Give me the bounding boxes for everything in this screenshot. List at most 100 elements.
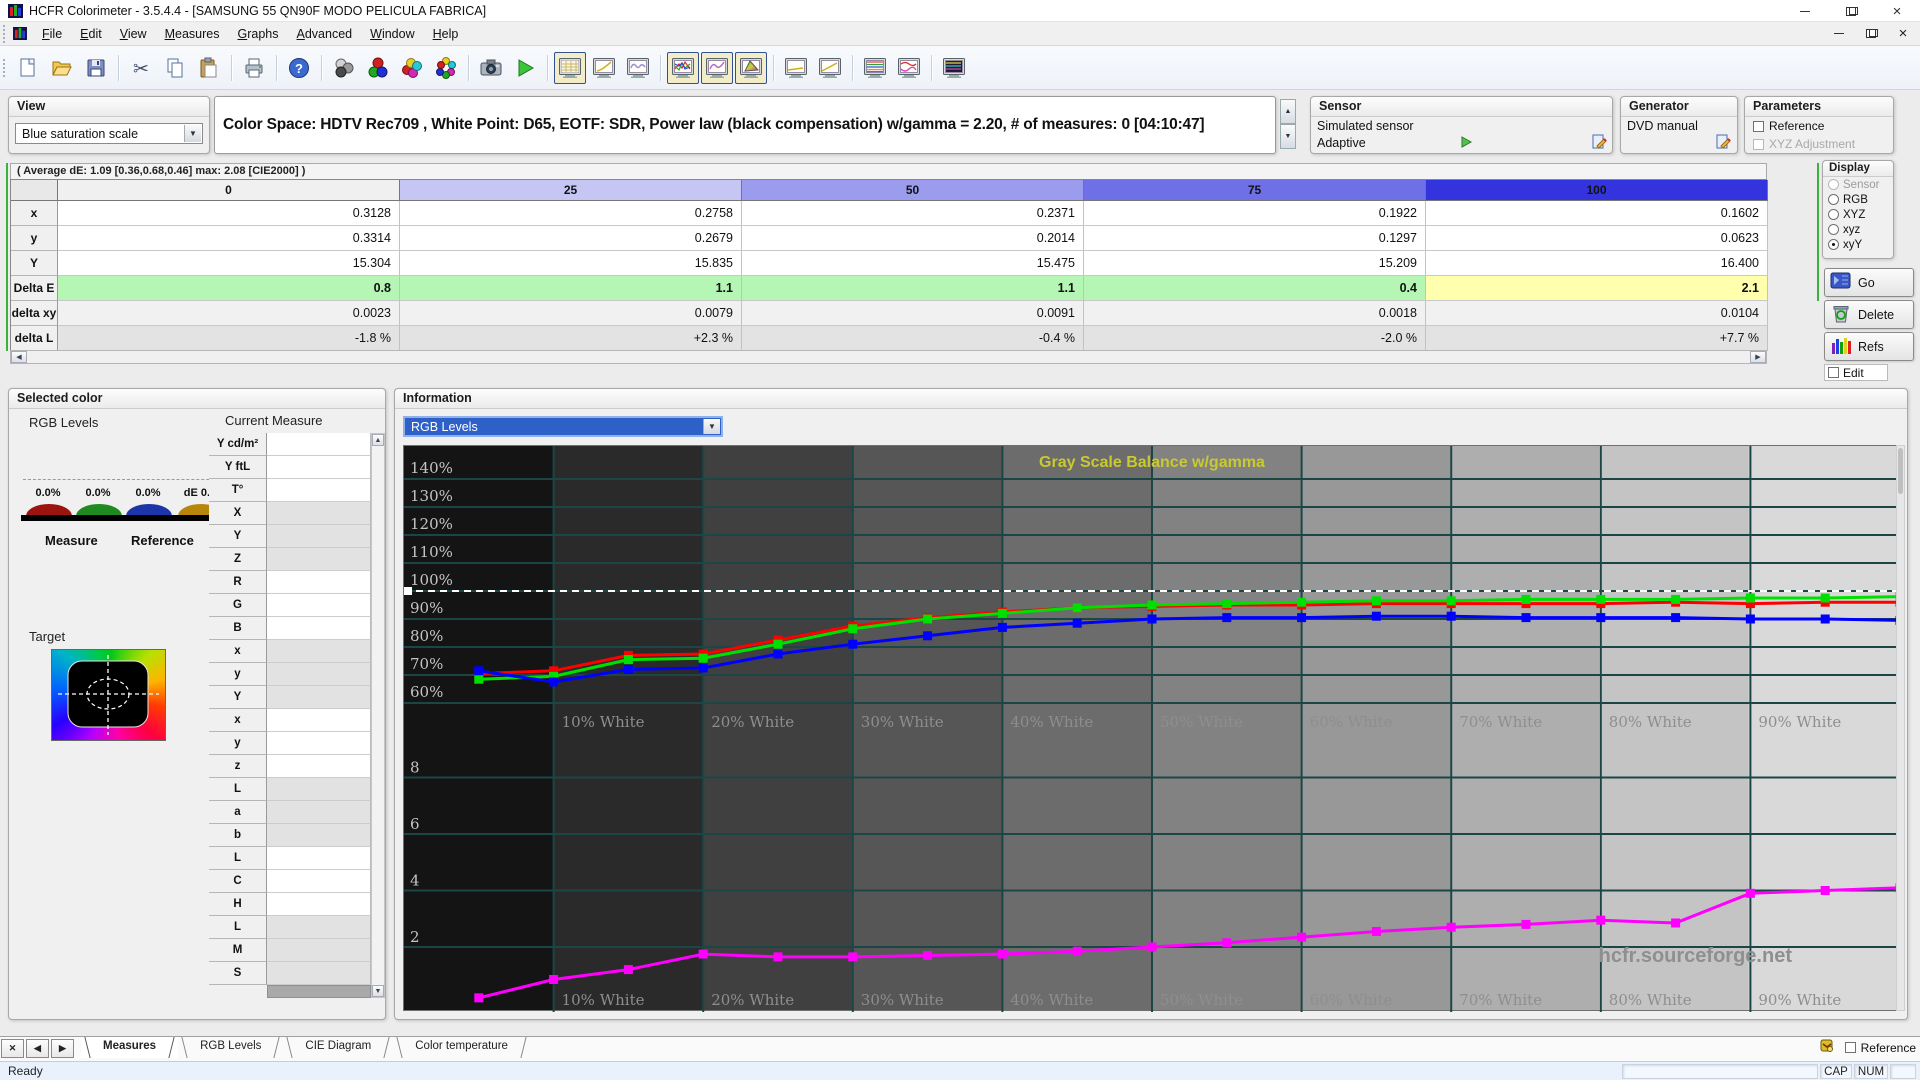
table-cell[interactable]: 0.4 xyxy=(1084,276,1426,301)
column-header-100[interactable]: 100 xyxy=(1426,180,1768,201)
print-icon[interactable] xyxy=(238,52,270,84)
tab-rgb-levels[interactable]: RGB Levels xyxy=(178,1037,283,1058)
tab-scroll-left-icon[interactable]: ◀ xyxy=(26,1039,49,1058)
sensor-config-icon[interactable] xyxy=(1591,133,1608,153)
scroll-down-icon[interactable]: ▼ xyxy=(372,985,384,997)
open-file-icon[interactable] xyxy=(46,52,78,84)
table-cell[interactable]: -1.8 % xyxy=(58,326,400,351)
table-cell[interactable]: 0.0018 xyxy=(1084,301,1426,326)
table-cell[interactable]: 0.0104 xyxy=(1426,301,1768,326)
edit-checkbox-box[interactable] xyxy=(1828,367,1839,378)
help-icon[interactable]: ? xyxy=(283,52,315,84)
column-header-50[interactable]: 50 xyxy=(742,180,1084,201)
generator-config-icon[interactable] xyxy=(1715,133,1732,153)
scroll-left-icon[interactable]: ◀ xyxy=(11,351,27,363)
minimize-button[interactable] xyxy=(1782,0,1828,22)
information-scrollbar[interactable] xyxy=(1896,445,1905,1011)
paste-icon[interactable] xyxy=(193,52,225,84)
table-cell[interactable]: -0.4 % xyxy=(742,326,1084,351)
table-cell[interactable]: 15.304 xyxy=(58,251,400,276)
menu-help[interactable]: Help xyxy=(424,24,468,44)
tabbar-reference-checkbox-box[interactable] xyxy=(1845,1042,1856,1053)
information-scrollbar-thumb[interactable] xyxy=(1898,448,1903,494)
table-cell[interactable]: +7.7 % xyxy=(1426,326,1768,351)
menu-measures[interactable]: Measures xyxy=(156,24,229,44)
table-cell[interactable]: 0.2014 xyxy=(742,226,1084,251)
spin-down-icon[interactable]: ▼ xyxy=(1280,124,1296,149)
display-radio-xyz[interactable]: XYZ xyxy=(1823,207,1893,222)
column-header-75[interactable]: 75 xyxy=(1084,180,1426,201)
secondaries-measure-icon[interactable] xyxy=(396,52,428,84)
full-measure-icon[interactable] xyxy=(430,52,462,84)
menu-window[interactable]: Window xyxy=(361,24,423,44)
go-button[interactable]: Go xyxy=(1824,268,1914,297)
mdi-restore-icon[interactable] xyxy=(1860,24,1882,42)
scroll-up-icon[interactable]: ▲ xyxy=(372,434,384,446)
table-cell[interactable]: 0.2758 xyxy=(400,201,742,226)
column-header-0[interactable]: 0 xyxy=(58,180,400,201)
menu-view[interactable]: View xyxy=(111,24,156,44)
view-selector[interactable]: Blue saturation scale ▼ xyxy=(15,123,203,144)
measures-table-hscrollbar[interactable]: ◀ ▶ xyxy=(10,350,1767,364)
table-cell[interactable]: 0.2371 xyxy=(742,201,1084,226)
table-cell[interactable]: 1.1 xyxy=(742,276,1084,301)
table-cell[interactable]: 15.475 xyxy=(742,251,1084,276)
menu-file[interactable]: File xyxy=(33,24,71,44)
table-cell[interactable]: 0.0023 xyxy=(58,301,400,326)
view-gamma-curve-icon[interactable] xyxy=(588,52,620,84)
refs-button[interactable]: Refs xyxy=(1824,332,1914,361)
display-radio-xyy[interactable]: xyY xyxy=(1823,237,1893,252)
chevron-down-icon[interactable]: ▼ xyxy=(703,419,720,434)
table-cell[interactable]: 0.8 xyxy=(58,276,400,301)
display-radio-xyz[interactable]: xyz xyxy=(1823,222,1893,237)
tab-close-icon[interactable]: ✕ xyxy=(1,1039,24,1058)
view-gamma2-icon[interactable] xyxy=(780,52,812,84)
tab-cie-diagram[interactable]: CIE Diagram xyxy=(283,1037,393,1058)
mdi-minimize-icon[interactable] xyxy=(1828,24,1850,42)
table-cell[interactable]: 0.0623 xyxy=(1426,226,1768,251)
table-cell[interactable]: 2.1 xyxy=(1426,276,1768,301)
table-cell[interactable]: 0.0079 xyxy=(400,301,742,326)
tab-measures[interactable]: Measures xyxy=(81,1037,178,1058)
edit-checkbox[interactable]: Edit xyxy=(1824,364,1888,381)
new-document-icon[interactable] xyxy=(12,52,44,84)
tab-color-temperature[interactable]: Color temperature xyxy=(393,1037,530,1058)
copy-icon[interactable] xyxy=(159,52,191,84)
table-cell[interactable]: 1.1 xyxy=(400,276,742,301)
view-rgb-levels-icon[interactable] xyxy=(667,52,699,84)
table-cell[interactable]: 0.1297 xyxy=(1084,226,1426,251)
column-header-25[interactable]: 25 xyxy=(400,180,742,201)
primaries-measure-icon[interactable] xyxy=(362,52,394,84)
reference-checkbox-box[interactable] xyxy=(1753,121,1764,132)
table-cell[interactable]: 0.1602 xyxy=(1426,201,1768,226)
chevron-down-icon[interactable]: ▼ xyxy=(184,125,201,142)
table-cell[interactable]: -2.0 % xyxy=(1084,326,1426,351)
view-luminance2-icon[interactable] xyxy=(814,52,846,84)
table-cell[interactable]: +2.3 % xyxy=(400,326,742,351)
restore-button[interactable] xyxy=(1828,0,1874,22)
view-cie-diagram-icon[interactable] xyxy=(735,52,767,84)
current-measure-scrollbar[interactable]: ▲ ▼ xyxy=(371,433,385,998)
information-graph-selector[interactable]: RGB Levels ▼ xyxy=(403,416,723,437)
cut-icon[interactable]: ✂ xyxy=(125,52,157,84)
view-colortemp-icon[interactable] xyxy=(859,52,891,84)
view-measures-grid-icon[interactable] xyxy=(554,52,586,84)
scroll-right-icon[interactable]: ▶ xyxy=(1750,351,1766,363)
tabbar-reference-checkbox[interactable]: Reference xyxy=(1845,1041,1916,1055)
table-cell[interactable]: 0.1922 xyxy=(1084,201,1426,226)
table-cell[interactable]: 0.3128 xyxy=(58,201,400,226)
sensor-run-icon[interactable] xyxy=(1459,135,1473,152)
reference-checkbox[interactable]: Reference xyxy=(1753,119,1824,133)
menu-advanced[interactable]: Advanced xyxy=(288,24,362,44)
save-icon[interactable] xyxy=(80,52,112,84)
splitter-handle-left[interactable] xyxy=(6,163,8,351)
view-free-measures-icon[interactable] xyxy=(938,52,970,84)
menu-graphs[interactable]: Graphs xyxy=(229,24,288,44)
table-cell[interactable]: 0.3314 xyxy=(58,226,400,251)
table-cell[interactable]: 16.400 xyxy=(1426,251,1768,276)
table-cell[interactable]: 15.209 xyxy=(1084,251,1426,276)
snapshot-icon[interactable] xyxy=(475,52,507,84)
close-button[interactable]: × xyxy=(1874,0,1920,22)
table-cell[interactable]: 15.835 xyxy=(400,251,742,276)
view-nearblack-icon[interactable] xyxy=(622,52,654,84)
